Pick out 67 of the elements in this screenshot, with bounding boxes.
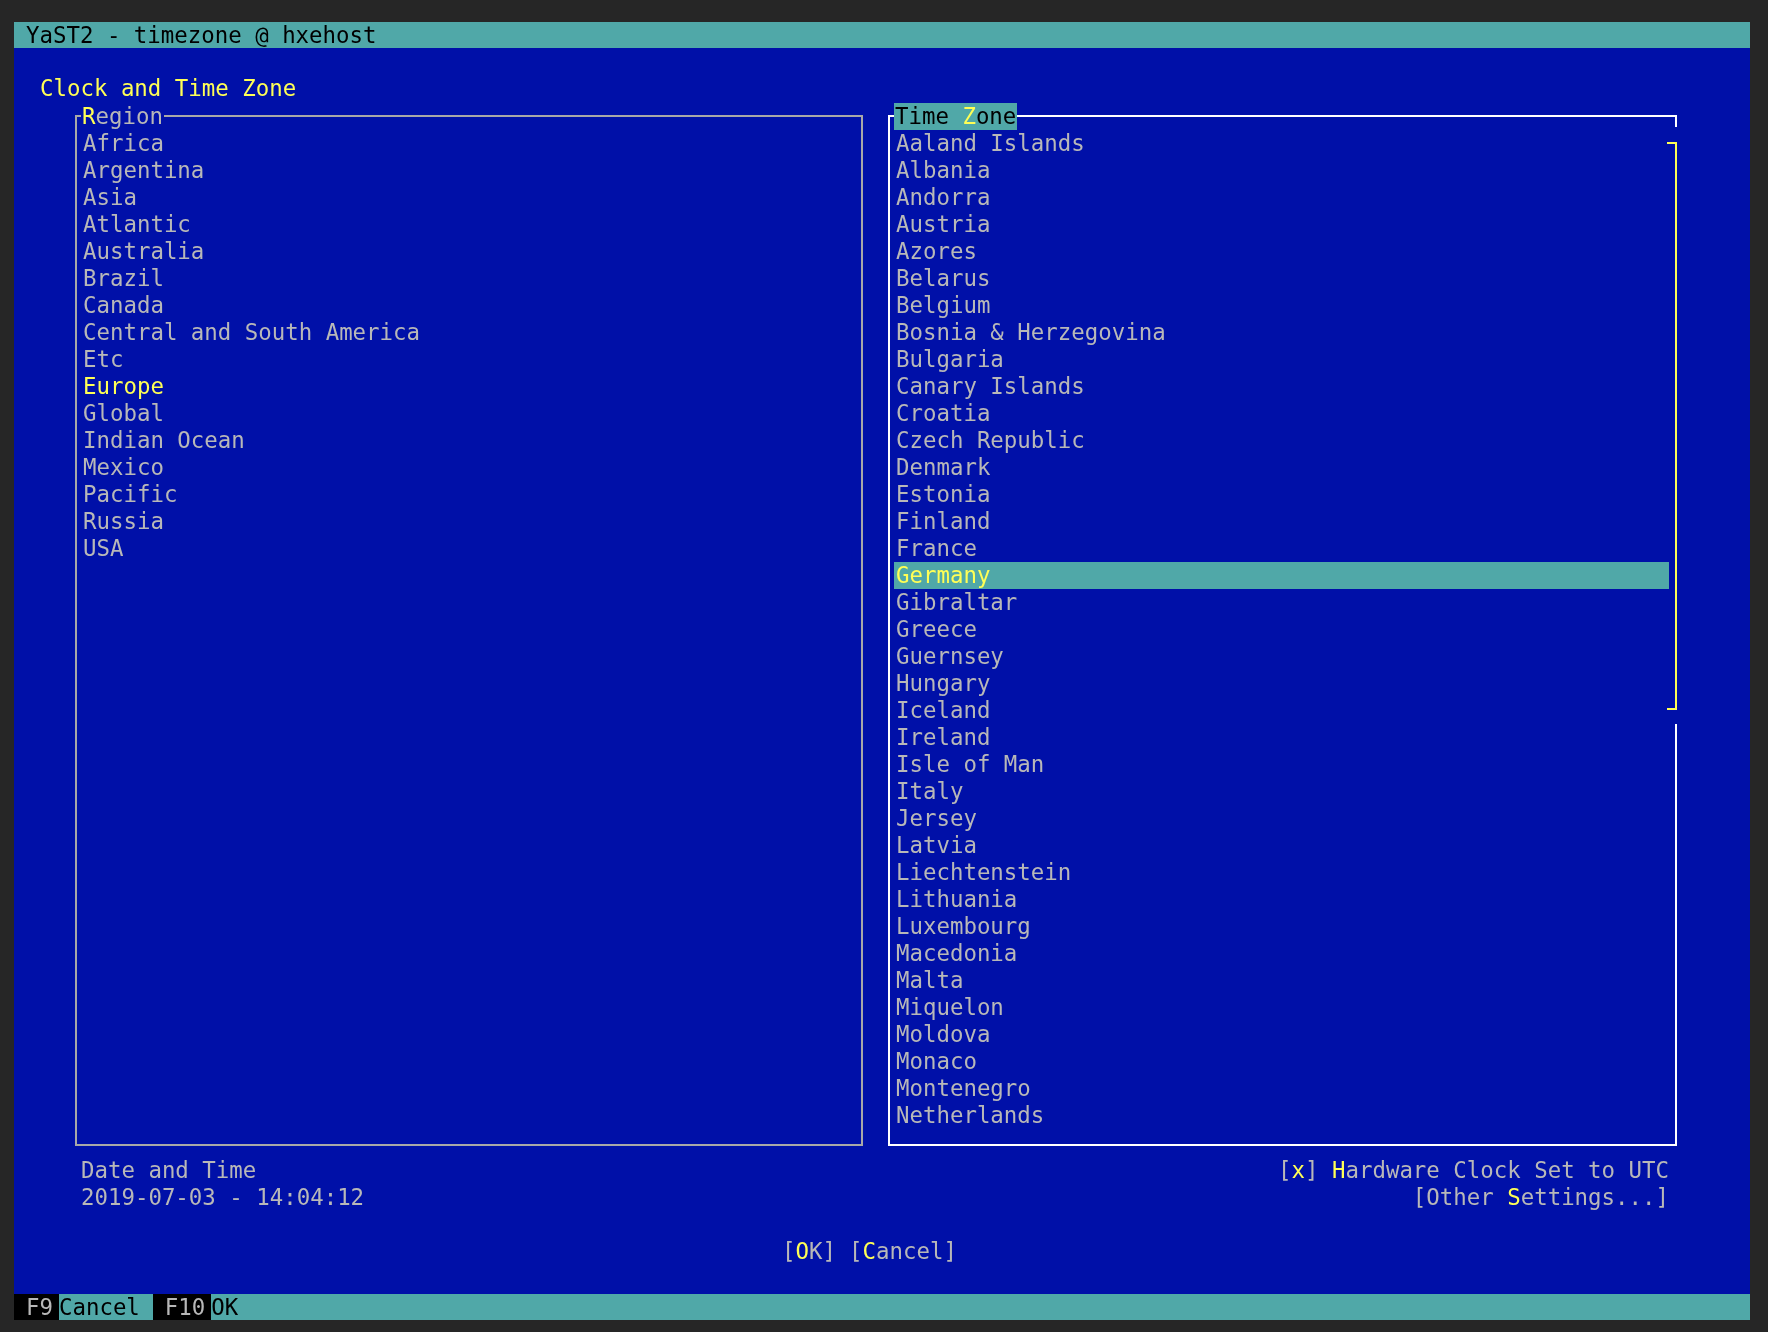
region-item[interactable]: Australia: [81, 238, 861, 265]
time-zone-item[interactable]: Croatia: [894, 400, 1669, 427]
region-item[interactable]: Brazil: [81, 265, 861, 292]
region-item[interactable]: Indian Ocean: [81, 427, 861, 454]
region-item[interactable]: Asia: [81, 184, 861, 211]
other-settings-button[interactable]: [Other Settings...]: [1412, 1184, 1669, 1211]
date-time-label: Date and Time: [81, 1157, 257, 1184]
time-zone-item[interactable]: Bulgaria: [894, 346, 1669, 373]
time-zone-item[interactable]: Guernsey: [894, 643, 1669, 670]
time-zone-item[interactable]: Moldova: [894, 1021, 1669, 1048]
region-item[interactable]: USA: [81, 535, 861, 562]
region-item[interactable]: Mexico: [81, 454, 861, 481]
time-zone-item[interactable]: Bosnia & Herzegovina: [894, 319, 1669, 346]
time-zone-item[interactable]: Ireland: [894, 724, 1669, 751]
region-item[interactable]: Pacific: [81, 481, 861, 508]
time-zone-item[interactable]: Austria: [894, 211, 1669, 238]
dialog-button[interactable]: [OK]: [782, 1238, 837, 1265]
time-zone-item[interactable]: Gibraltar: [894, 589, 1669, 616]
time-zone-item[interactable]: Albania: [894, 157, 1669, 184]
time-zone-item[interactable]: Greece: [894, 616, 1669, 643]
function-key[interactable]: F9: [14, 1294, 59, 1320]
time-zone-item[interactable]: Estonia: [894, 481, 1669, 508]
time-zone-item[interactable]: Monaco: [894, 1048, 1669, 1075]
function-key-label: Cancel: [58, 1294, 141, 1320]
time-zone-item[interactable]: Jersey: [894, 805, 1669, 832]
region-item[interactable]: Global: [81, 400, 861, 427]
dialog-button[interactable]: [Cancel]: [849, 1238, 957, 1265]
time-zone-item[interactable]: Isle of Man: [894, 751, 1669, 778]
time-zone-item[interactable]: Andorra: [894, 184, 1669, 211]
time-zone-item[interactable]: Canary Islands: [894, 373, 1669, 400]
time-zone-item[interactable]: Montenegro: [894, 1075, 1669, 1102]
time-zone-item[interactable]: Czech Republic: [894, 427, 1669, 454]
time-zone-item[interactable]: Belgium: [894, 292, 1669, 319]
time-zone-item[interactable]: Finland: [894, 508, 1669, 535]
time-zone-item[interactable]: Macedonia: [894, 940, 1669, 967]
region-item[interactable]: Europe: [81, 373, 861, 400]
hardware-clock-checkbox[interactable]: [x] Hardware Clock Set to UTC: [1278, 1157, 1669, 1184]
function-key[interactable]: F10: [152, 1294, 212, 1320]
time-zone-item[interactable]: Latvia: [894, 832, 1669, 859]
time-zone-item[interactable]: Liechtenstein: [894, 859, 1669, 886]
date-time-value: 2019-07-03 - 14:04:12: [81, 1184, 365, 1211]
region-item[interactable]: Canada: [81, 292, 861, 319]
region-item[interactable]: Central and South America: [81, 319, 861, 346]
time-zone-item[interactable]: Netherlands: [894, 1102, 1669, 1129]
time-zone-item[interactable]: Denmark: [894, 454, 1669, 481]
time-zone-item[interactable]: Hungary: [894, 670, 1669, 697]
region-item[interactable]: Argentina: [81, 157, 861, 184]
dialog-heading: Clock and Time Zone: [40, 75, 298, 102]
time-zone-item[interactable]: Miquelon: [894, 994, 1669, 1021]
function-key-label: OK: [211, 1294, 240, 1320]
frame-title: Time Zone: [894, 103, 1018, 130]
time-zone-item[interactable]: Belarus: [894, 265, 1669, 292]
region-item[interactable]: Atlantic: [81, 211, 861, 238]
window-title: YaST2 - timezone @ hxehost: [14, 22, 1750, 48]
time-zone-item[interactable]: Aaland Islands: [894, 130, 1669, 157]
region-item[interactable]: Etc: [81, 346, 861, 373]
scrollbar[interactable]: [1665, 142, 1677, 710]
time-zone-item[interactable]: Lithuania: [894, 886, 1669, 913]
region-item[interactable]: Africa: [81, 130, 861, 157]
region-item[interactable]: Russia: [81, 508, 861, 535]
time-zone-item[interactable]: Luxembourg: [894, 913, 1669, 940]
time-zone-item[interactable]: France: [894, 535, 1669, 562]
time-zone-item[interactable]: Azores: [894, 238, 1669, 265]
time-zone-item[interactable]: Italy: [894, 778, 1669, 805]
frame-title: Region: [81, 103, 164, 130]
time-zone-item[interactable]: Iceland: [894, 697, 1669, 724]
time-zone-item[interactable]: Malta: [894, 967, 1669, 994]
